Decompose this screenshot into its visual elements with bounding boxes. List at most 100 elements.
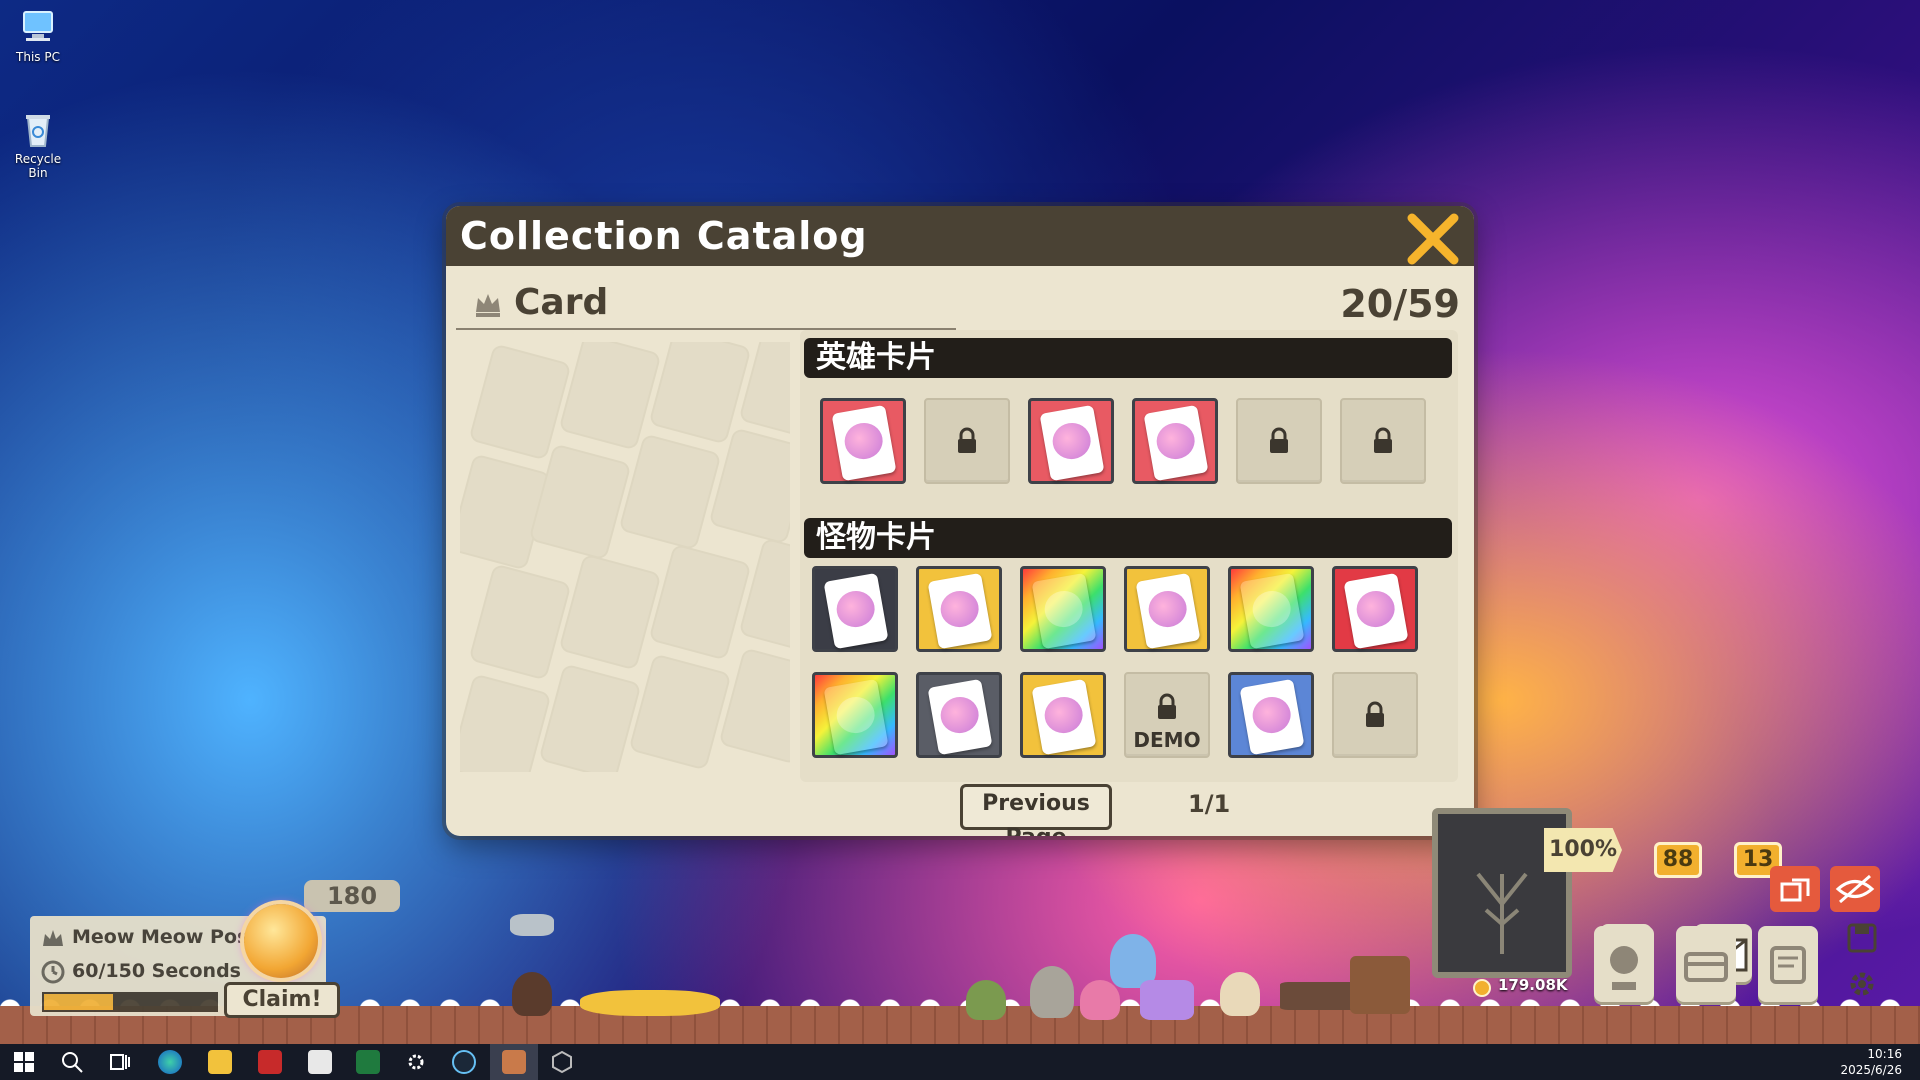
monster-card-slot[interactable] — [1020, 672, 1106, 758]
card-art — [1343, 572, 1409, 650]
card-art — [927, 678, 993, 756]
save-icon — [1847, 923, 1877, 953]
clock-date: 2025/6/26 — [1840, 1063, 1902, 1077]
lock-icon — [1270, 427, 1288, 453]
character-sprite[interactable] — [1220, 972, 1260, 1016]
hero-slot-locked[interactable] — [1340, 398, 1426, 484]
close-button[interactable] — [1406, 212, 1460, 266]
crystal-decoration — [1140, 980, 1194, 1020]
character-sprite[interactable] — [1030, 966, 1074, 1018]
character-sprite[interactable] — [512, 972, 552, 1016]
dialog-title: Collection Catalog — [460, 214, 868, 258]
map-button[interactable] — [1758, 926, 1818, 1002]
hide-ui-button[interactable] — [1830, 866, 1880, 912]
system-clock[interactable]: 10:16 2025/6/26 — [1840, 1046, 1902, 1078]
settings-gear-icon[interactable] — [404, 1050, 428, 1074]
hero-button[interactable] — [1594, 926, 1654, 1002]
search-icon[interactable] — [60, 1050, 84, 1074]
window-mode-button[interactable] — [1770, 866, 1820, 912]
monster-slot-locked[interactable] — [1332, 672, 1418, 758]
hero-card-slot[interactable] — [820, 398, 906, 484]
desktop-icon-recycle-bin[interactable]: Recycle Bin — [8, 112, 68, 180]
post-progress-fill — [44, 994, 113, 1010]
card-art — [1239, 572, 1305, 650]
chest-icon — [1684, 952, 1728, 982]
hero-icon — [1610, 946, 1638, 990]
game-app-icon[interactable] — [502, 1050, 526, 1074]
collection-count: 20/59 — [1340, 282, 1460, 326]
monster-card-slot[interactable] — [1228, 672, 1314, 758]
page-indicator: 1/1 — [1188, 790, 1231, 818]
card-art — [1031, 678, 1097, 756]
settings-button[interactable] — [1844, 966, 1880, 1002]
character-sprite[interactable] — [966, 980, 1006, 1020]
monster-card-slot[interactable] — [812, 566, 898, 652]
hero-cards-header: 英雄卡片 — [804, 338, 1452, 378]
anvil-decoration — [1280, 982, 1360, 1010]
crown-icon — [43, 930, 63, 946]
card-art — [823, 678, 889, 756]
post-timer: 60/150 Seconds — [72, 960, 241, 982]
hero-slot-locked[interactable] — [1236, 398, 1322, 484]
card-art — [1143, 404, 1209, 482]
coin-count: 180 — [304, 880, 400, 912]
section-row: Card 20/59 — [456, 278, 1464, 330]
gear-icon — [1850, 972, 1874, 996]
card-grid-panel: 英雄卡片 怪物卡片 DEMO — [800, 330, 1458, 782]
flowers-decoration — [580, 990, 720, 1016]
task-view-icon[interactable] — [108, 1050, 132, 1074]
crown-icon — [476, 294, 500, 317]
collection-catalog-dialog: Collection Catalog Card 20/59 英雄卡片 怪物卡片 … — [446, 206, 1474, 836]
shop-stall-decoration — [1350, 956, 1410, 1014]
lock-icon — [1158, 693, 1176, 719]
edge-browser-icon[interactable] — [158, 1050, 182, 1074]
monster-card-slot[interactable] — [1332, 566, 1418, 652]
post-progress-bar — [42, 992, 218, 1012]
post-title: Meow Meow Post — [72, 926, 258, 948]
desktop-icon-this-pc[interactable]: This PC — [8, 10, 68, 64]
file-explorer-icon[interactable] — [208, 1050, 232, 1074]
window-icon — [1780, 878, 1810, 902]
recycle-bin-icon — [18, 112, 58, 148]
close-icon — [1407, 213, 1459, 265]
card-art — [1031, 572, 1097, 650]
section-name: Card — [514, 282, 609, 323]
clock-time: 10:16 — [1867, 1047, 1902, 1061]
windows-start-icon[interactable] — [12, 1050, 36, 1074]
zoom-level[interactable]: 100% — [1544, 828, 1622, 872]
desktop-icon-label: This PC — [16, 50, 60, 64]
monster-card-slot[interactable] — [1020, 566, 1106, 652]
dialog-header: Collection Catalog — [446, 206, 1474, 266]
monster-card-slot[interactable] — [812, 672, 898, 758]
monster-card-slot[interactable] — [1228, 566, 1314, 652]
monster-card-slot[interactable] — [916, 672, 1002, 758]
demo-label: DEMO — [1133, 728, 1201, 752]
hero-slot-locked[interactable] — [924, 398, 1010, 484]
save-button[interactable] — [1844, 920, 1880, 956]
capcut-icon[interactable] — [308, 1050, 332, 1074]
excel-icon[interactable] — [356, 1050, 380, 1074]
card-preview-area — [460, 342, 790, 772]
hero-card-slot[interactable] — [1132, 398, 1218, 484]
monster-card-slot[interactable] — [1124, 566, 1210, 652]
previous-page-button[interactable]: Previous Page — [960, 784, 1112, 836]
hex-app-icon[interactable] — [550, 1050, 574, 1074]
card-art — [1239, 678, 1305, 756]
character-sprite[interactable] — [1080, 980, 1120, 1020]
desktop-icon-label: Recycle Bin — [14, 152, 62, 180]
monster-slot-locked[interactable]: DEMO — [1124, 672, 1210, 758]
watering-can-icon[interactable] — [510, 914, 554, 936]
red-app-icon[interactable] — [258, 1050, 282, 1074]
claim-button[interactable]: Claim! — [224, 982, 340, 1018]
coin-icon[interactable] — [244, 904, 318, 978]
hero-card-slot[interactable] — [1028, 398, 1114, 484]
card-art — [1135, 572, 1201, 650]
steam-icon[interactable] — [452, 1050, 476, 1074]
monster-card-slot[interactable] — [916, 566, 1002, 652]
computer-icon — [18, 10, 58, 46]
lock-icon — [1374, 427, 1392, 453]
quest-count-badge: 88 — [1654, 842, 1702, 878]
taskbar: 10:16 2025/6/26 — [0, 1044, 1920, 1080]
inventory-button[interactable] — [1676, 926, 1736, 1002]
lock-icon — [1366, 701, 1384, 727]
